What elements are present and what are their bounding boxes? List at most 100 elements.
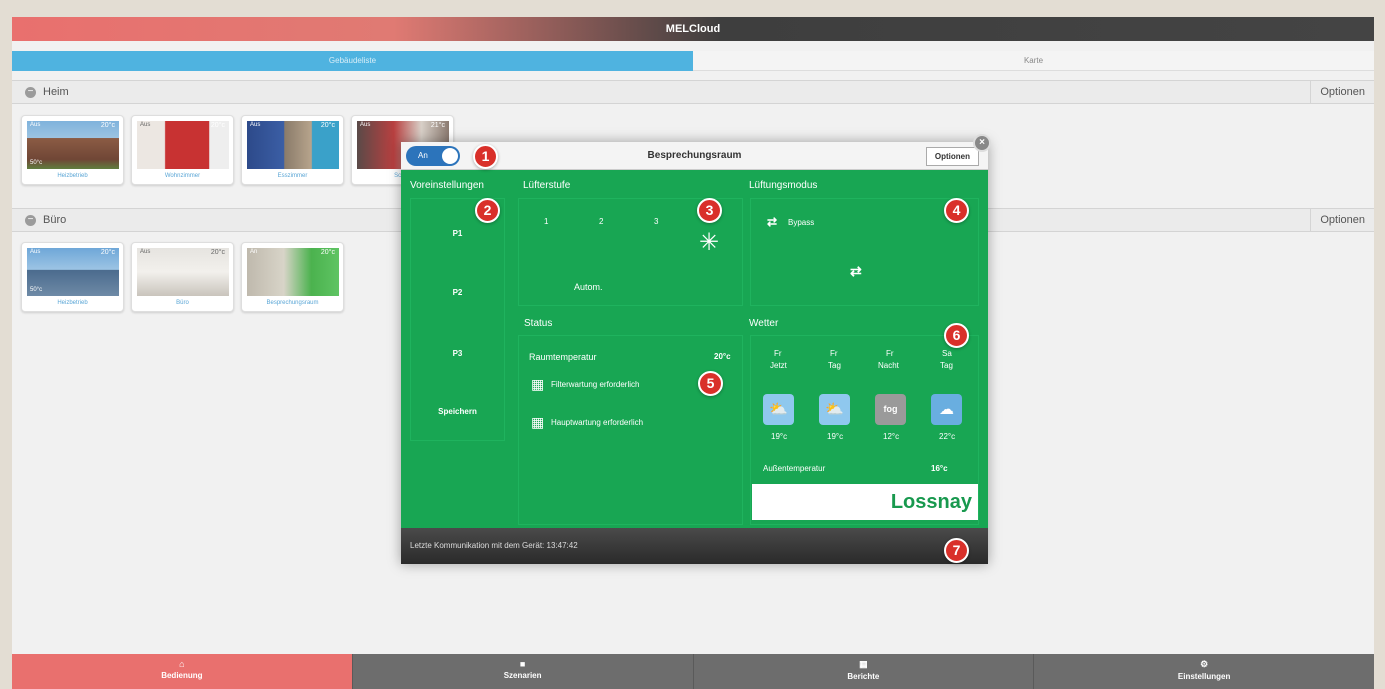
- app-title: MELCloud: [12, 17, 1374, 41]
- device-temp: 20°c: [210, 249, 225, 256]
- preset-p3-button[interactable]: P3: [411, 349, 504, 358]
- cloud-icon: ☁: [931, 394, 962, 425]
- device-card[interactable]: Aus 20°c Wohnzimmer: [131, 115, 234, 185]
- forecast-period: Nacht: [878, 361, 899, 370]
- callout-5: 5: [698, 371, 723, 396]
- lossnay-logo: Lossnay: [752, 484, 978, 520]
- forecast-temp: 19°c: [827, 432, 844, 441]
- exchange-mode-icon[interactable]: ⇄: [850, 263, 862, 280]
- bottom-navigation: ⌂ Bedienung ■ Szenarien ▦ Berichte ⚙ Ein…: [12, 654, 1374, 689]
- device-name: Besprechungsraum: [266, 300, 319, 306]
- group-name: Büro: [43, 214, 67, 226]
- bypass-button[interactable]: Bypass: [788, 218, 814, 227]
- collapse-icon[interactable]: −: [25, 87, 36, 98]
- callout-3: 3: [697, 198, 722, 223]
- tab-map[interactable]: Karte: [693, 51, 1374, 71]
- dialog-options-button[interactable]: Optionen: [925, 147, 979, 166]
- nav-berichte[interactable]: ▦ Berichte: [693, 654, 1035, 689]
- device-temp-secondary: 50°c: [30, 287, 43, 293]
- device-temp: 21°c: [430, 122, 445, 129]
- weather-label: Wetter: [749, 318, 779, 329]
- camera-icon: ■: [519, 659, 526, 669]
- presets-label: Voreinstellungen: [410, 180, 484, 191]
- device-name: Heizbetrieb: [57, 173, 88, 179]
- preset-p1-button[interactable]: P1: [411, 229, 504, 238]
- nav-label: Bedienung: [161, 671, 203, 680]
- outdoor-temp-value: 16°c: [931, 464, 948, 473]
- device-status: Aus: [140, 122, 151, 128]
- forecast-day: Fr: [830, 349, 838, 358]
- group-options-button[interactable]: Optionen: [1310, 81, 1374, 103]
- device-temp: 20°c: [320, 122, 335, 129]
- device-name: Esszimmer: [277, 173, 308, 179]
- device-status: Aus: [360, 122, 371, 128]
- forecast-period: Jetzt: [770, 361, 787, 370]
- device-card[interactable]: Aus 20°c 50°c Heizbetrieb: [21, 115, 124, 185]
- vent-mode-label: Lüftungsmodus: [749, 180, 818, 191]
- callout-1: 1: [473, 144, 498, 169]
- group-options-button[interactable]: Optionen: [1310, 209, 1374, 231]
- forecast-day: Sa: [942, 349, 952, 358]
- group-header-heim[interactable]: − Heim Optionen: [12, 80, 1374, 104]
- callout-6: 6: [944, 323, 969, 348]
- close-icon[interactable]: ×: [973, 134, 991, 152]
- fan-level-3-button[interactable]: 3: [654, 217, 658, 226]
- filter-icon: ▦: [531, 376, 545, 392]
- status-panel: Raumtemperatur 20°c ▦ Filterwartung erfo…: [518, 335, 743, 525]
- device-card[interactable]: Aus 20°c 50°c Heizbetrieb: [21, 242, 124, 312]
- partly-cloudy-rain-icon: ⛅: [763, 394, 794, 425]
- preset-p2-button[interactable]: P2: [411, 288, 504, 297]
- power-toggle-label: An: [418, 151, 428, 160]
- bypass-icon: ⇄: [767, 215, 778, 229]
- nav-einstellungen[interactable]: ⚙ Einstellungen: [1034, 654, 1374, 689]
- device-temp: 20°c: [210, 122, 225, 129]
- fan-level-1-button[interactable]: 1: [544, 217, 548, 226]
- device-temp: 20°c: [320, 249, 335, 256]
- view-tabs: Gebäudeliste Karte: [12, 51, 1374, 71]
- callout-4: 4: [944, 198, 969, 223]
- tab-building-list[interactable]: Gebäudeliste: [12, 51, 693, 71]
- callout-2: 2: [475, 198, 500, 223]
- forecast-temp: 12°c: [883, 432, 900, 441]
- device-status: Aus: [30, 249, 41, 255]
- nav-label: Szenarien: [503, 671, 542, 680]
- fan-level-2-button[interactable]: 2: [599, 217, 603, 226]
- power-toggle[interactable]: An: [406, 146, 460, 166]
- maintenance-icon: ▦: [531, 414, 545, 430]
- device-card[interactable]: An 20°c Besprechungsraum: [241, 242, 344, 312]
- collapse-icon[interactable]: −: [25, 215, 36, 226]
- device-status: Aus: [250, 122, 261, 128]
- outdoor-temp-label: Außentemperatur: [763, 464, 826, 473]
- nav-label: Berichte: [847, 672, 880, 681]
- room-temp-label: Raumtemperatur: [529, 352, 597, 362]
- forecast-temp: 19°c: [771, 432, 788, 441]
- device-temp: 20°c: [100, 249, 115, 256]
- room-temp-value: 20°c: [714, 352, 731, 361]
- save-preset-button[interactable]: Speichern: [411, 407, 504, 416]
- main-warning-text: Hauptwartung erforderlich: [551, 418, 644, 427]
- group-name: Heim: [43, 86, 69, 98]
- device-status: Aus: [30, 122, 41, 128]
- fan-auto-button[interactable]: Autom.: [574, 282, 603, 292]
- filter-warning-text: Filterwartung erforderlich: [551, 380, 640, 389]
- nav-szenarien[interactable]: ■ Szenarien: [352, 654, 694, 689]
- device-card[interactable]: Aus 20°c Büro: [131, 242, 234, 312]
- last-communication-footer: Letzte Kommunikation mit dem Gerät: 13:4…: [401, 528, 988, 564]
- forecast-day: Fr: [886, 349, 894, 358]
- grid-icon: ▦: [859, 659, 868, 669]
- nav-bedienung[interactable]: ⌂ Bedienung: [12, 654, 353, 689]
- callout-7: 7: [944, 538, 969, 563]
- device-status: Aus: [140, 249, 151, 255]
- device-name: Büro: [176, 300, 189, 306]
- device-name: Heizbetrieb: [57, 300, 88, 306]
- device-temp-secondary: 50°c: [30, 160, 43, 166]
- forecast-period: Tag: [828, 361, 841, 370]
- device-card[interactable]: Aus 20°c Esszimmer: [241, 115, 344, 185]
- forecast-period: Tag: [940, 361, 953, 370]
- gear-icon: ⚙: [1200, 659, 1209, 669]
- forecast-temp: 22°c: [939, 432, 956, 441]
- device-status: An: [250, 249, 258, 255]
- forecast-day: Fr: [774, 349, 782, 358]
- presets-panel: P1 P2 P3 Speichern: [410, 198, 505, 441]
- device-name: Wohnzimmer: [164, 173, 201, 179]
